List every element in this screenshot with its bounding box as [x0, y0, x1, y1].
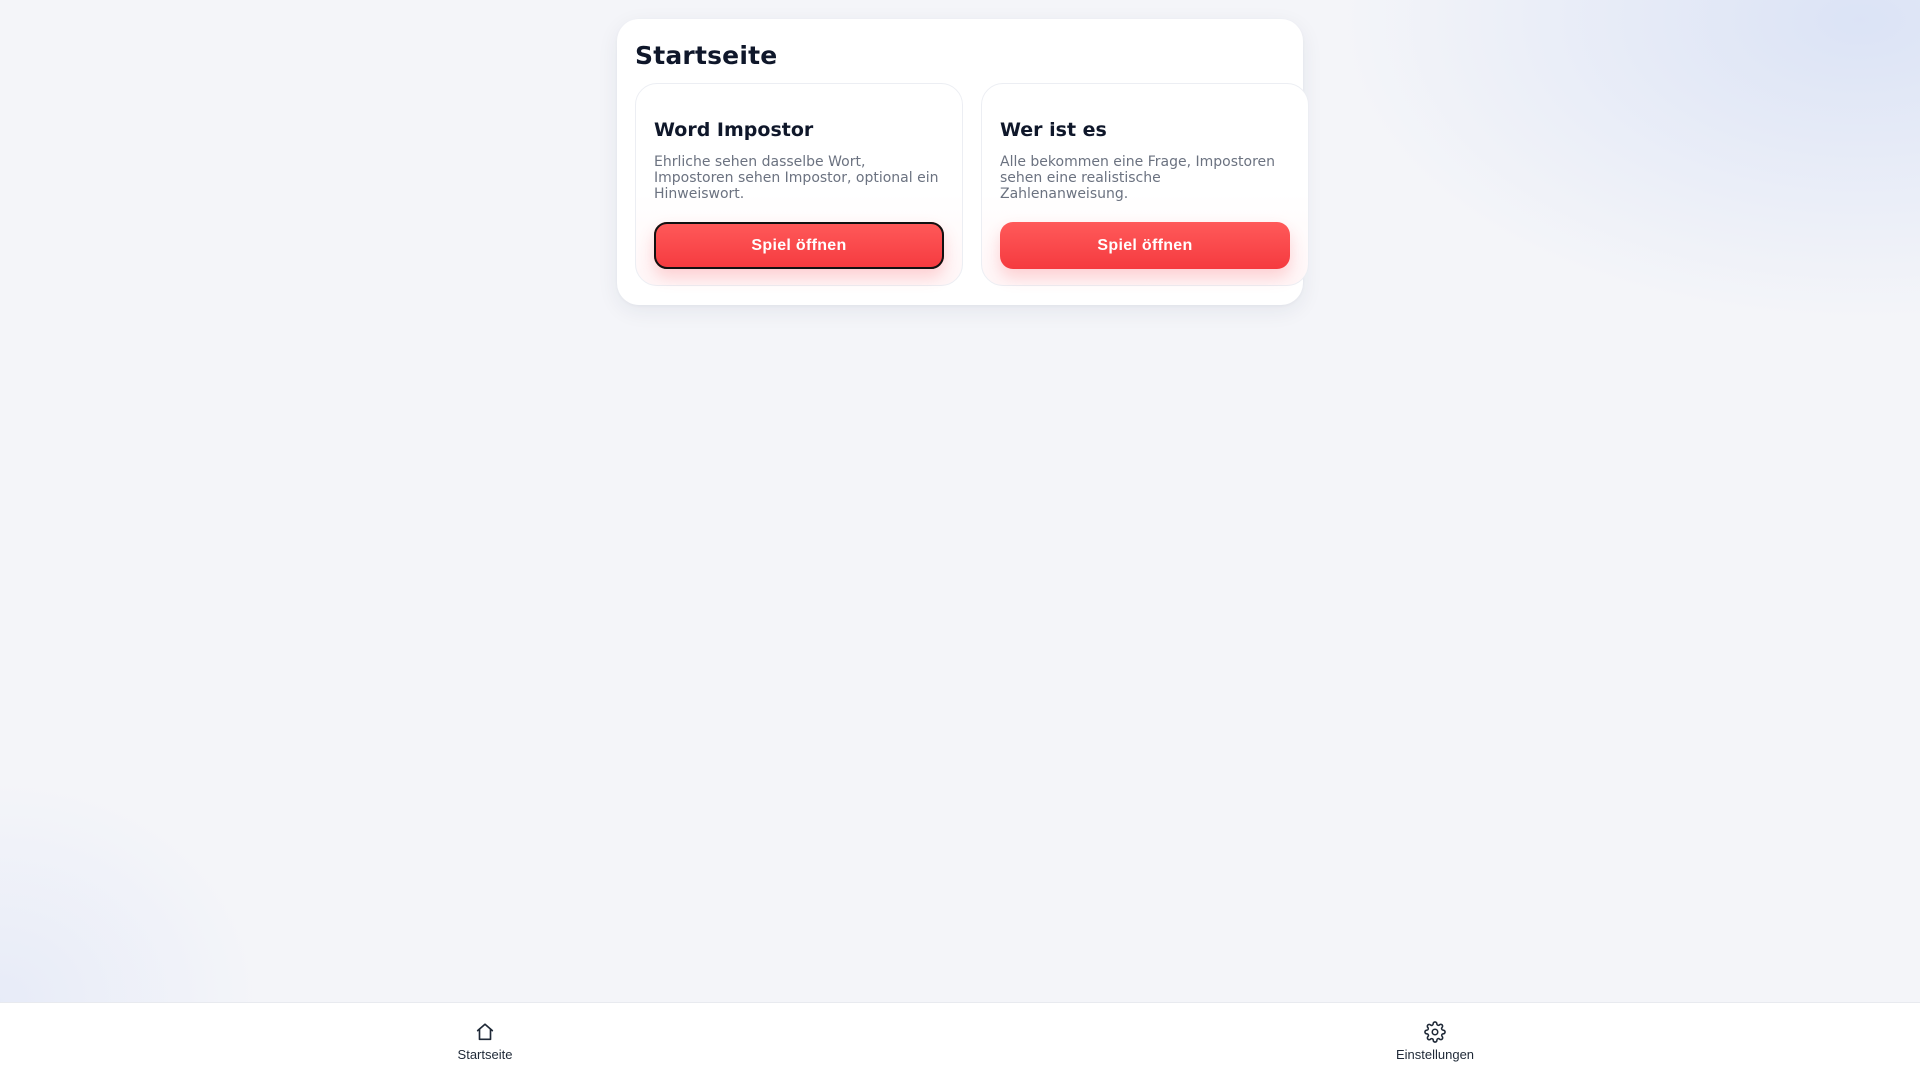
game-card-wer-ist-es: Wer ist es Alle bekommen eine Frage, Imp… — [981, 83, 1309, 286]
game-card-title: Wer ist es — [1000, 119, 1107, 141]
nav-item-label: Startseite — [457, 1047, 513, 1062]
bottom-navigation: Startseite Einstellungen — [0, 1002, 1920, 1080]
game-card-word-impostor: Word Impostor Ehrliche sehen dasselbe Wo… — [635, 83, 963, 286]
game-card-description: Ehrliche sehen dasselbe Wort, Impostoren… — [654, 154, 939, 202]
nav-item-einstellungen[interactable]: Einstellungen — [1365, 1021, 1505, 1067]
page-title: Startseite — [635, 41, 778, 70]
game-card-list: Word Impostor Ehrliche sehen dasselbe Wo… — [635, 83, 1309, 286]
nav-item-label: Einstellungen — [1395, 1047, 1475, 1062]
gear-icon — [1424, 1021, 1446, 1043]
open-game-button-wer-ist-es[interactable]: Spiel öffnen — [1000, 222, 1290, 269]
home-panel: Startseite Word Impostor Ehrliche sehen … — [617, 19, 1309, 305]
game-card-title: Word Impostor — [654, 119, 814, 141]
game-card-description: Alle bekommen eine Frage, Impostoren seh… — [1000, 154, 1276, 202]
open-game-button-word-impostor[interactable]: Spiel öffnen — [654, 222, 944, 269]
home-icon — [476, 1023, 494, 1041]
nav-item-startseite[interactable]: Startseite — [415, 1021, 555, 1067]
